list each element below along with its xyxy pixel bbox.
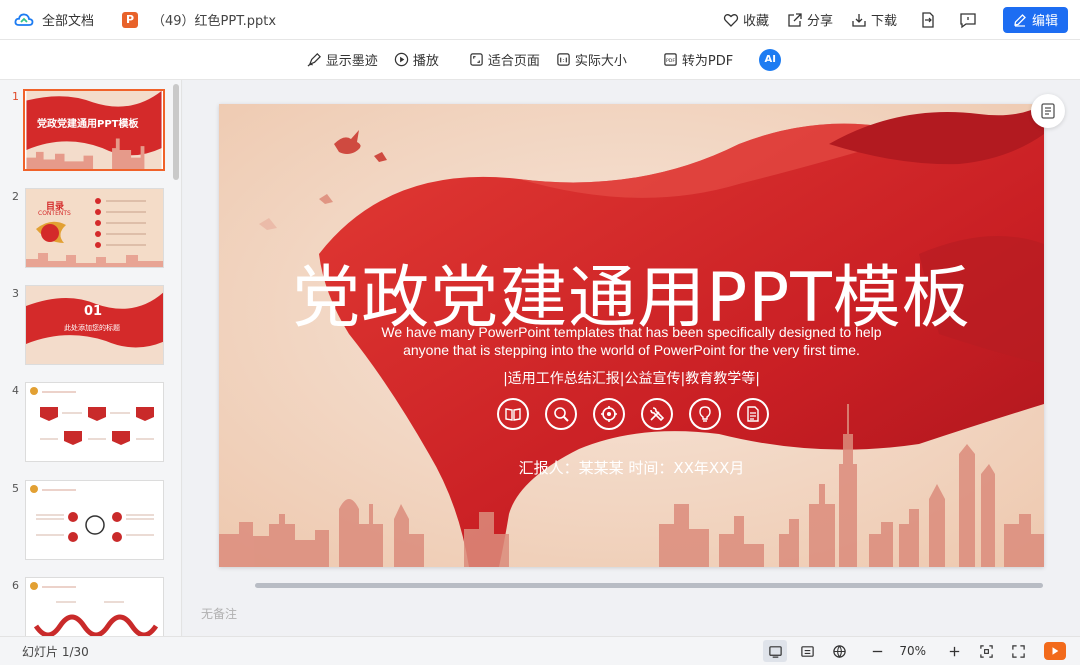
thumbnail-number: 1 xyxy=(12,90,19,103)
zoom-out-button[interactable] xyxy=(865,640,889,662)
thumbnail-slide-5[interactable] xyxy=(25,480,164,560)
document-icon xyxy=(737,398,769,430)
canvas-horizontal-scrollbar[interactable] xyxy=(255,583,1043,588)
thumbnail-4-graphic xyxy=(26,383,163,461)
notes-icon xyxy=(801,645,814,657)
thumbnail-number: 3 xyxy=(12,287,19,300)
thumbnail-number: 4 xyxy=(12,384,19,397)
ai-assistant-icon[interactable]: AI xyxy=(759,48,782,71)
fit-page-icon xyxy=(470,53,483,66)
thumbnail-slide-6[interactable] xyxy=(25,577,164,636)
to-pdf-button[interactable]: PDF 转为PDF xyxy=(663,50,733,69)
slide-icon-row xyxy=(497,398,769,430)
heart-icon xyxy=(723,13,739,27)
fit-page-button[interactable]: 适合页面 xyxy=(469,50,540,69)
comment-icon[interactable] xyxy=(959,11,977,29)
thumbnail-number: 6 xyxy=(12,579,19,592)
page-indicator: 幻灯片 1/30 xyxy=(22,644,89,659)
export-icon[interactable] xyxy=(919,11,937,29)
globe-icon xyxy=(833,644,846,658)
thumbnail-1-graphic xyxy=(26,91,162,169)
normal-view-button[interactable] xyxy=(763,640,788,662)
ink-pen-icon xyxy=(307,53,321,67)
fullscreen-icon xyxy=(1011,644,1025,658)
magnifier-icon xyxy=(545,398,577,430)
share-button[interactable]: 分享 xyxy=(787,10,833,29)
thumbnail-slide-2[interactable]: 目录 CONTENTS xyxy=(25,188,164,268)
top-bar: 全部文档 P （49）红色PPT.pptx 收藏 分享 下载 编辑 xyxy=(0,0,1080,40)
thumbnail-slide-4[interactable] xyxy=(25,382,164,462)
cloud-docs-icon[interactable] xyxy=(14,12,34,28)
share-icon xyxy=(788,12,802,27)
thumbnail-number: 5 xyxy=(12,482,19,495)
thumbnail-slide-3[interactable]: 01 此处添加您的标题 xyxy=(25,285,164,365)
pencil-icon xyxy=(1014,13,1026,27)
show-ink-button[interactable]: 显示墨迹 xyxy=(307,50,378,69)
fullscreen-button[interactable] xyxy=(1006,640,1030,662)
play-button[interactable]: 播放 xyxy=(394,50,439,69)
fit-page-label: 适合页面 xyxy=(487,54,540,69)
view-toolbar: 显示墨迹 播放 适合页面 实际大小 PDF 转为PDF AI xyxy=(0,40,1080,80)
slide-reporter-info[interactable]: 汇报人：某某某 时间：XX年XX月 xyxy=(219,457,1044,478)
download-label: 下载 xyxy=(870,14,897,29)
collect-label: 收藏 xyxy=(742,14,769,29)
play-icon xyxy=(1052,647,1059,655)
collect-button[interactable]: 收藏 xyxy=(723,10,769,29)
zoom-in-button[interactable] xyxy=(942,640,966,662)
actual-size-label: 实际大小 xyxy=(574,54,627,69)
ppt-file-icon: P xyxy=(122,11,139,28)
download-button[interactable]: 下载 xyxy=(851,10,897,29)
minus-icon xyxy=(872,650,883,652)
edit-button[interactable]: 编辑 xyxy=(1002,6,1068,33)
svg-text:PDF: PDF xyxy=(666,58,675,64)
show-ink-label: 显示墨迹 xyxy=(325,54,378,69)
target-icon xyxy=(593,398,625,430)
fit-window-icon xyxy=(979,644,993,658)
lightbulb-icon xyxy=(689,398,721,430)
thumbnail-5-graphic xyxy=(26,481,163,559)
pdf-icon: PDF xyxy=(664,53,677,66)
thumbnail-6-graphic xyxy=(26,578,163,636)
thumbnail-3-subtitle: 此处添加您的标题 xyxy=(64,324,120,332)
play-label: 播放 xyxy=(412,54,439,69)
share-label: 分享 xyxy=(806,14,833,29)
notes-view-button[interactable] xyxy=(795,640,819,662)
zoom-level[interactable]: 70% xyxy=(899,644,926,658)
download-icon xyxy=(852,13,866,27)
slide-canvas: 党政党建通用PPT模板 We have many PowerPoint temp… xyxy=(183,80,1080,636)
thumbnail-slide-1[interactable]: 党政党建通用PPT模板 xyxy=(23,89,165,171)
thumbnail-scrollbar[interactable] xyxy=(173,84,179,180)
slideshow-play-button[interactable] xyxy=(1044,642,1066,660)
current-slide: 党政党建通用PPT模板 We have many PowerPoint temp… xyxy=(219,104,1044,567)
slide-tags[interactable]: |适用工作总结汇报|公益宣传|教育教学等| xyxy=(219,368,1044,388)
book-icon xyxy=(497,398,529,430)
slide-subtitle-line-1[interactable]: We have many PowerPoint templates that h… xyxy=(219,324,1044,340)
thumbnail-2-subtitle: CONTENTS xyxy=(38,210,71,217)
thumbnail-number: 2 xyxy=(12,190,19,203)
slide-tools-icon[interactable] xyxy=(1031,94,1065,128)
slide-thumbnail-panel: 1 党政党建通用PPT模板 2 目录 CONTENTS 3 01 此处添加您的标… xyxy=(0,80,182,636)
thumbnail-1-title: 党政党建通用PPT模板 xyxy=(37,119,139,130)
actual-size-button[interactable]: 实际大小 xyxy=(556,50,627,69)
edit-label: 编辑 xyxy=(1031,14,1058,29)
slide-subtitle-line-2[interactable]: anyone that is stepping into the world o… xyxy=(219,342,1044,358)
thumbnail-3-title: 01 xyxy=(84,304,103,319)
to-pdf-label: 转为PDF xyxy=(681,54,734,69)
play-circle-icon xyxy=(394,52,409,67)
plus-icon xyxy=(949,646,959,656)
file-name: （49）红色PPT.pptx xyxy=(152,14,277,29)
fit-window-button[interactable] xyxy=(974,640,998,662)
slide-view-icon xyxy=(769,645,782,658)
notes-area[interactable]: 无备注 xyxy=(201,605,237,622)
status-bar: 幻灯片 1/30 70% xyxy=(0,636,1080,665)
actual-size-icon xyxy=(557,53,570,66)
tools-icon xyxy=(641,398,673,430)
all-docs-link[interactable]: 全部文档 xyxy=(42,10,94,29)
web-view-button[interactable] xyxy=(827,640,851,662)
